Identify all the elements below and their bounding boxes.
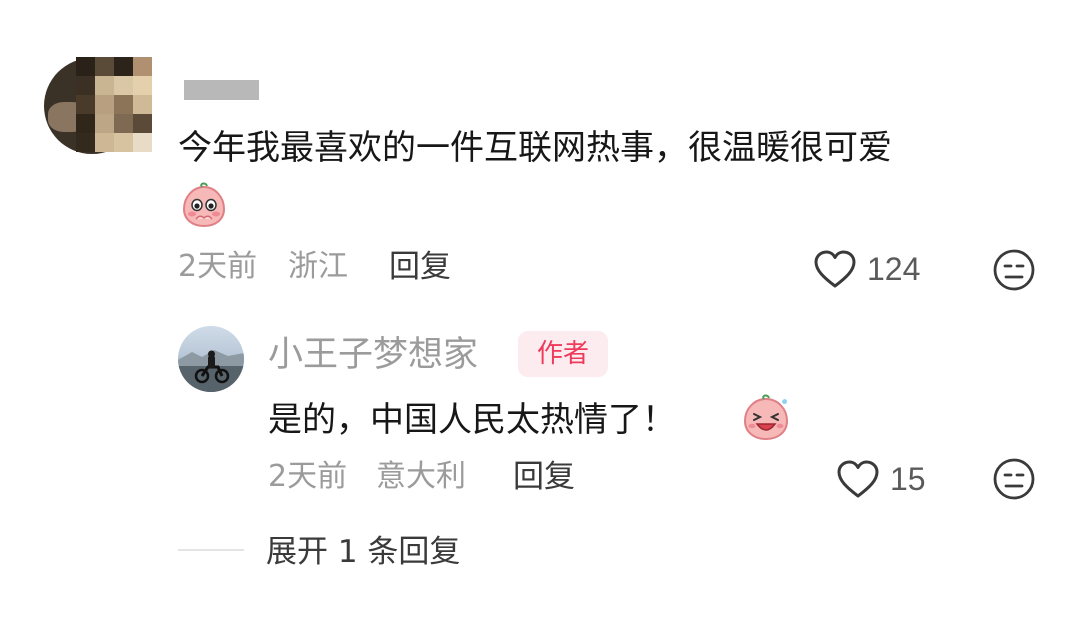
reply-button[interactable]: 回复 [389, 247, 451, 287]
like-count: 124 [867, 251, 921, 287]
reply-text: 是的，中国人民太热情了！ [268, 400, 676, 440]
expand-replies-button[interactable]: 展开 1 条回复 [266, 532, 460, 572]
reply-username[interactable]: 小王子梦想家 [268, 332, 478, 378]
comment-location: 浙江 [288, 249, 348, 284]
unamused-face-icon[interactable] [992, 248, 1036, 292]
unamused-face-icon[interactable] [992, 457, 1036, 501]
comment-text: 今年我最喜欢的一件互联网热事，很温暖很可爱 [178, 128, 892, 168]
heart-outline-icon [814, 250, 856, 288]
comment-time: 2天前 [178, 249, 258, 284]
reply-location: 意大利 [376, 459, 466, 494]
commenter-avatar[interactable] [44, 57, 152, 157]
reply-like-button[interactable]: 15 [836, 459, 926, 499]
reply-like-count: 15 [890, 461, 926, 497]
expand-divider [178, 549, 244, 551]
commenter-username-redacted[interactable] [184, 80, 259, 100]
reply-time: 2天前 [268, 459, 348, 494]
blushing-peach-sticker [182, 182, 226, 228]
motorcycle-photo [178, 350, 244, 392]
like-button[interactable]: 124 [813, 249, 920, 289]
author-badge: 作者 [518, 331, 608, 377]
comment-thread: 今年我最喜欢的一件互联网热事，很温暖很可爱 2天前 浙江 回复 124 小王子梦… [0, 0, 1080, 623]
reply-author-avatar[interactable] [178, 326, 244, 392]
laughing-peach-sticker [743, 394, 789, 441]
reply-reply-button[interactable]: 回复 [513, 457, 575, 497]
heart-outline-icon [837, 460, 879, 498]
